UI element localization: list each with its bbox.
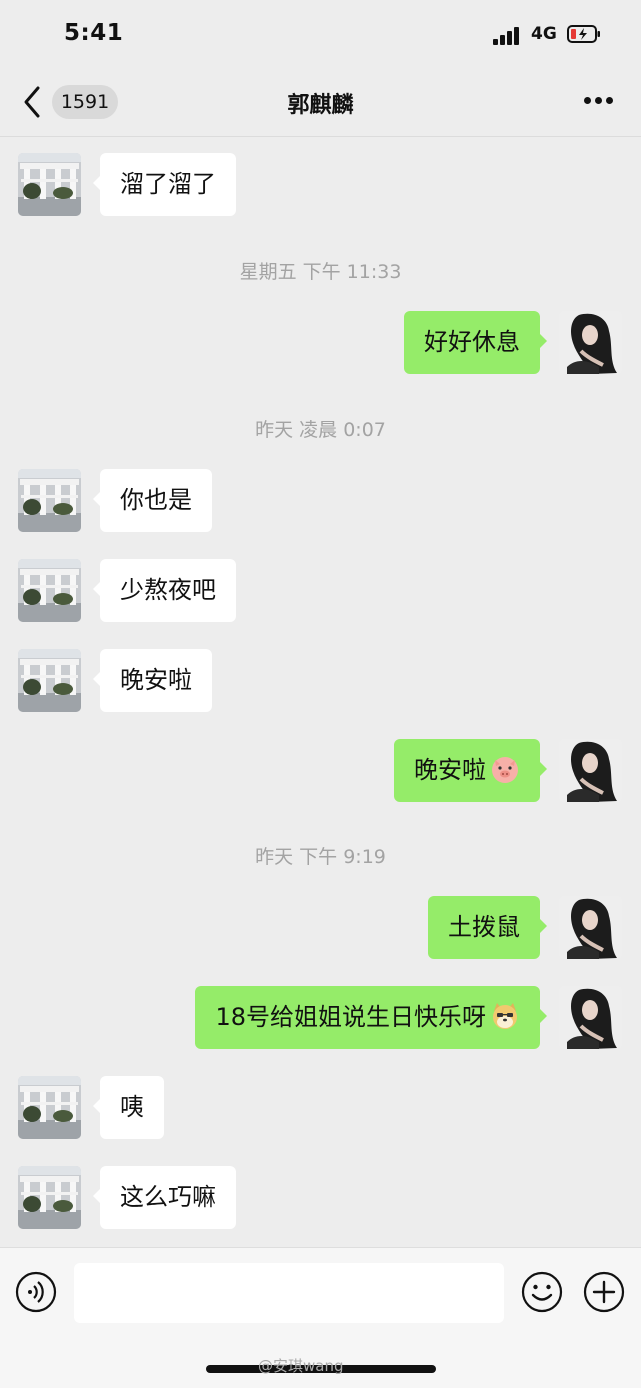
self-avatar[interactable] [559,739,622,802]
incoming-message-bubble[interactable]: 溜了溜了 [93,153,236,216]
more-icon[interactable] [580,97,616,107]
status-time: 5:41 [64,20,124,46]
contact-avatar[interactable] [18,1076,81,1139]
contact-avatar[interactable] [18,153,81,216]
outgoing-message-bubble[interactable]: 晚安啦 [394,739,547,802]
message-input[interactable] [74,1263,504,1323]
contact-avatar[interactable] [18,1166,81,1229]
message-text: 18号给姐姐说生日快乐呀 [215,1003,486,1031]
signal-icon [493,27,523,45]
plus-icon[interactable] [583,1271,625,1313]
input-bar: @安琪wang [0,1247,641,1388]
pig-emoji-icon [492,757,518,783]
emoji-icon[interactable] [521,1271,563,1313]
contact-avatar[interactable] [18,559,81,622]
doge-emoji-icon [493,1003,517,1029]
network-label: 4G [531,24,557,44]
status-bar: 5:41 4G [0,0,641,70]
self-avatar[interactable] [559,311,622,374]
contact-avatar[interactable] [18,469,81,532]
incoming-message-bubble[interactable]: 晚安啦 [93,649,212,712]
outgoing-message-bubble[interactable]: 好好休息 [404,311,547,374]
nav-bar: 1591 郭麒麟 [0,70,641,137]
message-text: 晚安啦 [414,756,486,784]
battery-icon [567,25,600,43]
contact-avatar[interactable] [18,649,81,712]
incoming-message-bubble[interactable]: 咦 [93,1076,164,1139]
message-timestamp: 昨天 下午 9:19 [255,846,386,868]
incoming-message-bubble[interactable]: 这么巧嘛 [93,1166,236,1229]
watermark: @安琪wang [258,1357,344,1375]
chat-title: 郭麒麟 [287,93,354,118]
outgoing-message-bubble[interactable]: 18号给姐姐说生日快乐呀 [195,986,547,1049]
self-avatar[interactable] [559,986,622,1049]
incoming-message-bubble[interactable]: 少熬夜吧 [93,559,236,622]
self-avatar[interactable] [559,896,622,959]
message-timestamp: 星期五 下午 11:33 [239,261,402,283]
outgoing-message-bubble[interactable]: 土拨鼠 [428,896,547,959]
voice-icon[interactable] [15,1271,57,1313]
incoming-message-bubble[interactable]: 你也是 [93,469,212,532]
message-timestamp: 昨天 凌晨 0:07 [255,419,386,441]
